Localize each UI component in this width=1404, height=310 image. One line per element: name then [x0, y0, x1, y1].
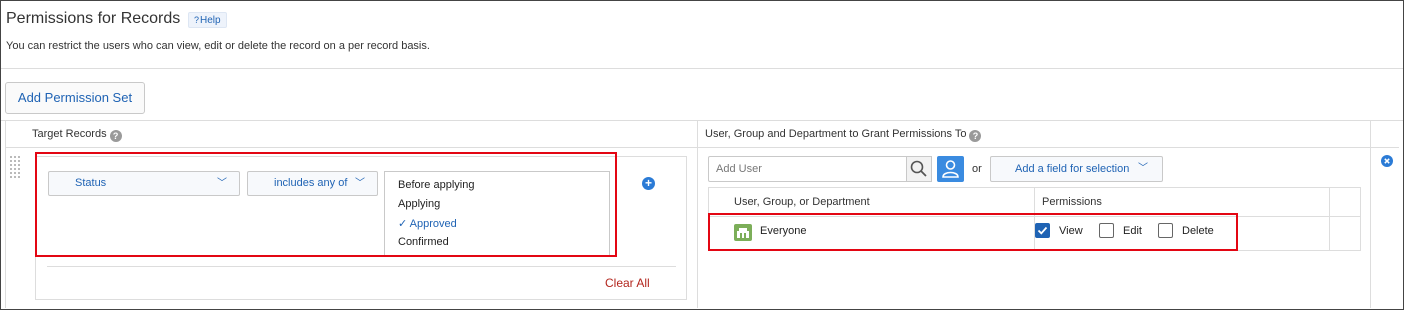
- chevron-down-icon: ﹀: [1138, 163, 1148, 174]
- divider: [1370, 120, 1371, 308]
- or-label: or: [972, 163, 982, 175]
- divider: [47, 266, 676, 267]
- highlight-box: [708, 213, 1238, 251]
- divider: [5, 120, 6, 308]
- column-header-permissions: Permissions: [1042, 196, 1102, 208]
- user-icon: [942, 160, 959, 178]
- grant-permissions-heading: User, Group and Department to Grant Perm…: [705, 128, 982, 142]
- add-user-input[interactable]: [708, 156, 908, 182]
- help-icon: ?: [194, 15, 200, 25]
- grant-permissions-label: User, Group and Department to Grant Perm…: [705, 128, 967, 140]
- page-description: You can restrict the users who can view,…: [6, 40, 430, 52]
- remove-permission-set-icon[interactable]: [1381, 155, 1393, 167]
- help-label: Help: [200, 15, 221, 26]
- divider: [697, 120, 698, 308]
- search-icon: [910, 160, 927, 177]
- column-header-user: User, Group, or Department: [734, 196, 870, 208]
- add-field-selection-label: Add a field for selection: [1015, 163, 1130, 175]
- search-button[interactable]: [906, 156, 932, 182]
- target-records-heading: Target Records?: [32, 128, 122, 142]
- help-button[interactable]: ?Help: [188, 12, 227, 28]
- drag-handle-icon[interactable]: [9, 155, 21, 179]
- add-condition-icon[interactable]: +: [642, 177, 655, 190]
- page-title: Permissions for Records: [6, 10, 181, 27]
- divider: [5, 147, 1399, 148]
- user-picker-button[interactable]: [937, 156, 964, 182]
- divider: [1329, 188, 1330, 250]
- info-icon[interactable]: ?: [969, 130, 982, 142]
- info-icon[interactable]: ?: [109, 130, 122, 142]
- add-permission-set-button[interactable]: Add Permission Set: [5, 82, 145, 114]
- add-field-selection-button[interactable]: Add a field for selection ﹀: [990, 156, 1163, 182]
- highlight-box: [35, 152, 617, 257]
- divider: [1, 120, 1403, 121]
- clear-all-link[interactable]: Clear All: [605, 276, 650, 290]
- target-records-label: Target Records: [32, 128, 107, 140]
- divider: [1, 68, 1403, 69]
